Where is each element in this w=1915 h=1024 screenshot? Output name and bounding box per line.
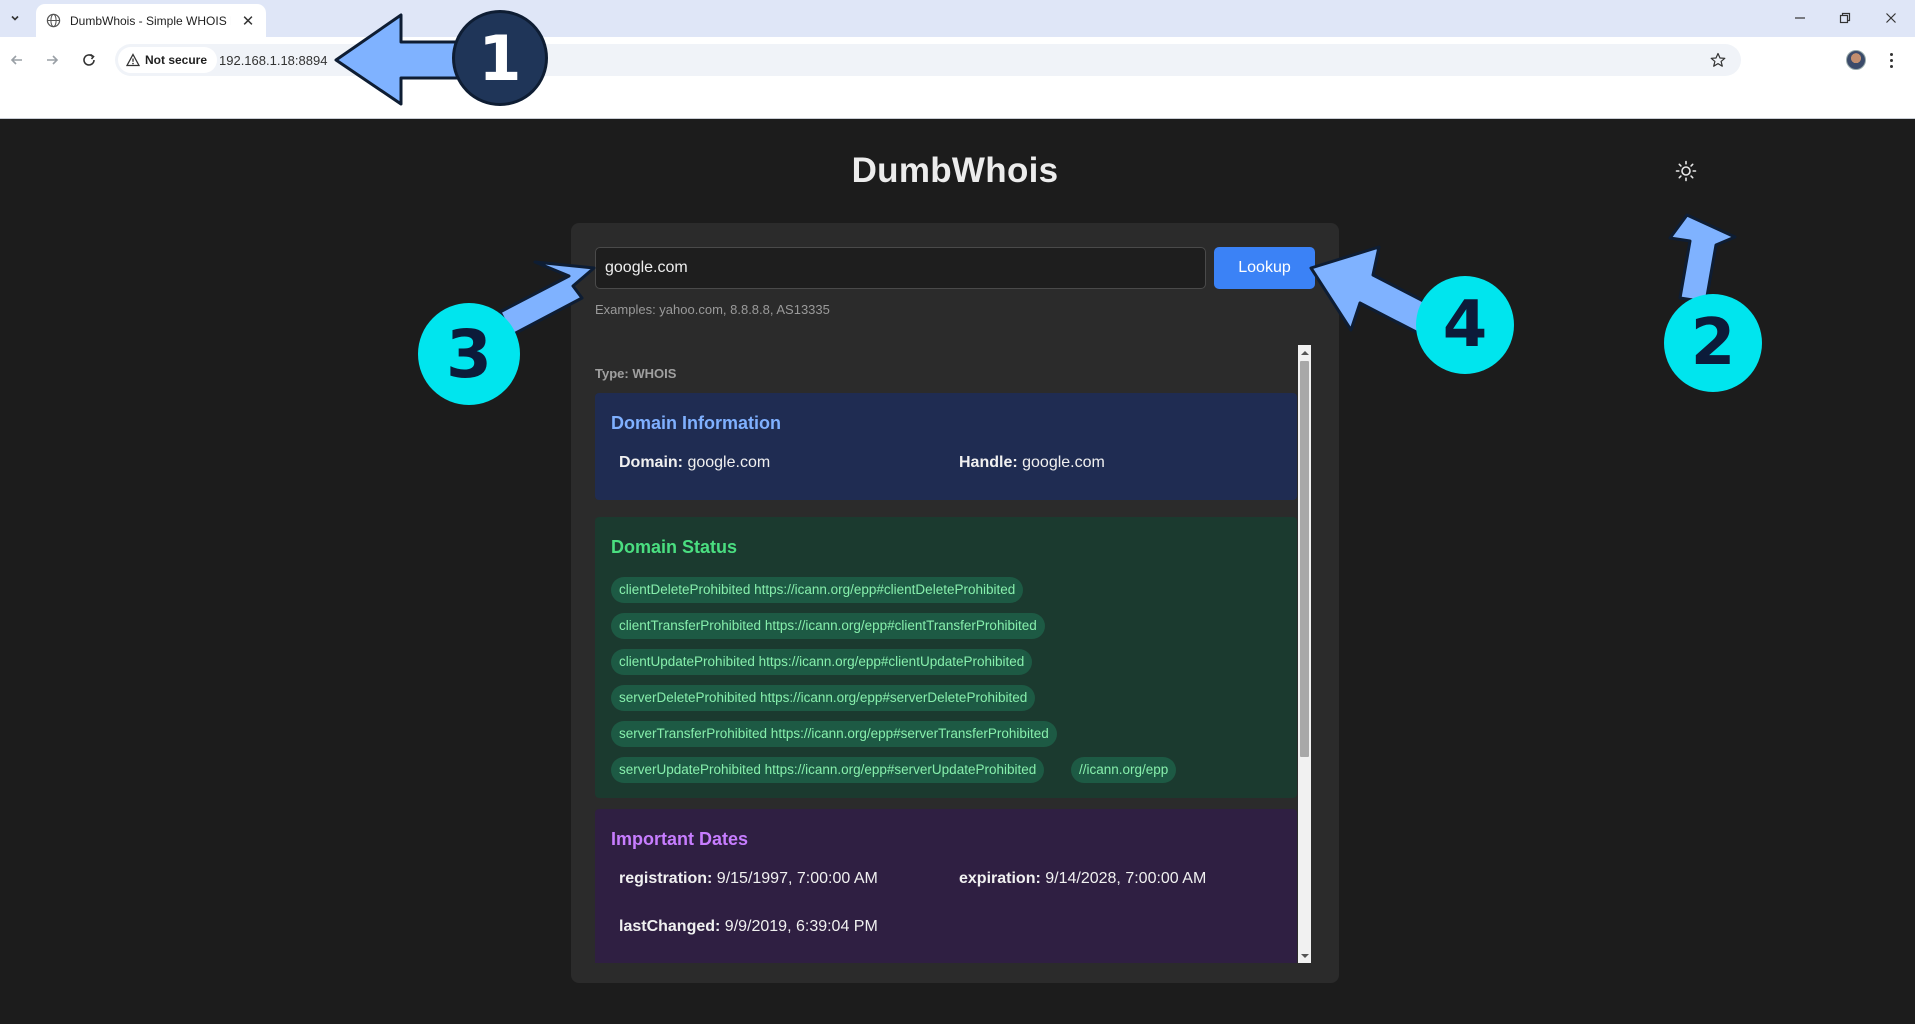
- browser-toolbar: Not secure 192.168.1.18:8894: [0, 37, 1915, 83]
- status-badge: //icann.org/epp: [1071, 757, 1177, 783]
- sun-icon: [1675, 160, 1697, 182]
- status-badge: serverTransferProhibited https://icann.o…: [611, 721, 1057, 747]
- scroll-up-arrow[interactable]: [1298, 345, 1311, 360]
- field-key: Handle:: [959, 454, 1018, 471]
- security-label: Not secure: [145, 53, 208, 67]
- last-changed-date-field: lastChanged: 9/9/2019, 6:39:04 PM: [619, 918, 878, 936]
- status-badge: clientTransferProhibited https://icann.o…: [611, 613, 1045, 639]
- field-value: 9/9/2019, 6:39:04 PM: [724, 918, 878, 935]
- tab-search-button[interactable]: [6, 9, 24, 27]
- restore-button[interactable]: [1832, 6, 1858, 30]
- results-panel[interactable]: Type: WHOIS Domain Information Domain: g…: [595, 345, 1311, 963]
- restore-icon: [1839, 12, 1851, 24]
- lookup-card: Lookup Examples: yahoo.com, 8.8.8.8, AS1…: [571, 223, 1339, 983]
- field-value: 9/14/2028, 7:00:00 AM: [1045, 870, 1207, 887]
- tab-close-icon[interactable]: ✕: [240, 12, 256, 30]
- reload-button[interactable]: [77, 48, 101, 72]
- field-key: registration:: [619, 870, 713, 887]
- address-bar[interactable]: Not secure 192.168.1.18:8894: [115, 44, 1741, 76]
- close-icon: [1886, 13, 1896, 23]
- arrow-left-icon: [10, 55, 22, 65]
- minimize-button[interactable]: [1787, 6, 1813, 30]
- field-value: 9/15/1997, 7:00:00 AM: [716, 870, 878, 887]
- star-icon: [1710, 52, 1726, 67]
- annotation-badge-3: 3: [418, 303, 520, 405]
- status-badge: serverUpdateProhibited https://icann.org…: [611, 757, 1045, 783]
- chevron-down-icon: [11, 15, 19, 21]
- warning-icon: [126, 53, 140, 67]
- lookup-button[interactable]: Lookup: [1214, 247, 1315, 289]
- forward-button[interactable]: [40, 48, 64, 72]
- page-viewport: DumbWhois Lookup Examples: yahoo.com, 8.…: [0, 119, 1915, 1024]
- caret-up-icon: [1300, 350, 1309, 355]
- field-key: expiration:: [959, 870, 1041, 887]
- domain-field: Domain: google.com: [619, 454, 770, 472]
- browser-tab[interactable]: DumbWhois - Simple WHOIS L ✕: [36, 4, 266, 37]
- tab-title: DumbWhois - Simple WHOIS L: [70, 13, 231, 28]
- important-dates-section: Important Dates registration: 9/15/1997,…: [595, 809, 1297, 963]
- section-title: Domain Information: [611, 413, 781, 433]
- field-value: google.com: [1022, 454, 1105, 471]
- handle-field: Handle: google.com: [959, 454, 1105, 472]
- arrow-right-icon: [47, 55, 59, 65]
- domain-status-section: Domain Status clientDeleteProhibited htt…: [595, 517, 1297, 798]
- url-text[interactable]: 192.168.1.18:8894: [219, 53, 327, 68]
- status-badge: serverDeleteProhibited https://icann.org…: [611, 685, 1036, 711]
- security-chip[interactable]: Not secure: [118, 47, 218, 73]
- reload-icon: [83, 53, 95, 66]
- app-title: DumbWhois: [851, 151, 1059, 190]
- profile-avatar[interactable]: [1846, 50, 1866, 70]
- field-key: lastChanged:: [619, 918, 721, 935]
- status-badge: clientUpdateProhibited https://icann.org…: [611, 649, 1033, 675]
- annotation-badge-1: 1: [452, 10, 548, 106]
- domain-search-input[interactable]: [595, 247, 1206, 289]
- browser-menu-button[interactable]: [1880, 49, 1902, 71]
- scroll-down-arrow[interactable]: [1298, 948, 1311, 963]
- bookmark-button[interactable]: [1708, 50, 1728, 70]
- examples-hint: Examples: yahoo.com, 8.8.8.8, AS13335: [595, 302, 830, 317]
- result-type-label: Type: WHOIS: [595, 366, 677, 381]
- registration-date-field: registration: 9/15/1997, 7:00:00 AM: [619, 870, 878, 888]
- back-button[interactable]: [5, 48, 29, 72]
- results-scrollbar[interactable]: [1298, 345, 1311, 963]
- browser-tab-strip: DumbWhois - Simple WHOIS L ✕: [0, 0, 1915, 37]
- annotation-badge-2: 2: [1664, 294, 1762, 392]
- field-key: Domain:: [619, 454, 683, 471]
- field-value: google.com: [687, 454, 771, 471]
- caret-down-icon: [1300, 953, 1309, 958]
- browser-chrome-spacer: [0, 83, 1915, 118]
- annotation-badge-4: 4: [1416, 276, 1514, 374]
- section-title: Important Dates: [611, 829, 749, 849]
- section-title: Domain Status: [611, 537, 738, 557]
- globe-icon: [46, 13, 61, 28]
- scroll-thumb[interactable]: [1300, 361, 1309, 757]
- status-badge: clientDeleteProhibited https://icann.org…: [611, 577, 1024, 603]
- close-window-button[interactable]: [1878, 6, 1904, 30]
- theme-toggle-button[interactable]: [1674, 159, 1698, 183]
- minimize-icon: [1795, 17, 1805, 19]
- domain-information-section: Domain Information Domain: google.com Ha…: [595, 393, 1297, 500]
- expiration-date-field: expiration: 9/14/2028, 7:00:00 AM: [959, 870, 1206, 888]
